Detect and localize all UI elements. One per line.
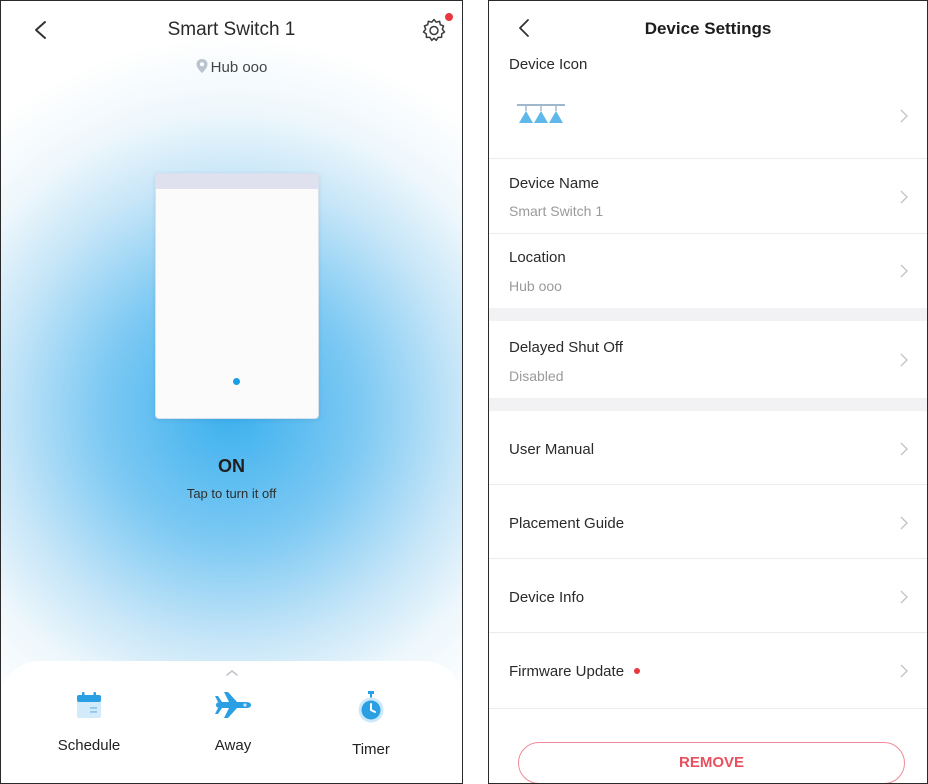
chevron-right-icon — [900, 516, 908, 530]
device-location: Hub ooo — [1, 59, 462, 76]
user-manual-label: User Manual — [509, 441, 595, 458]
placement-guide-label: Placement Guide — [509, 515, 625, 532]
firmware-update-row[interactable]: Firmware Update — [489, 633, 927, 709]
placement-guide-row[interactable]: Placement Guide — [489, 485, 927, 559]
switch-header: Smart Switch 1 Hub ooo — [1, 1, 462, 91]
location-label: Location — [509, 249, 566, 266]
bottom-dock: Schedule Away Timer — [1, 661, 462, 783]
switch-toggle[interactable] — [155, 173, 319, 419]
location-row[interactable]: Location Hub ooo — [489, 234, 927, 308]
settings-title: Device Settings — [644, 19, 772, 38]
chevron-right-icon — [900, 442, 908, 456]
section-divider — [489, 308, 927, 321]
switch-indicator-dot — [233, 378, 240, 385]
chevron-right-icon — [900, 264, 908, 278]
firmware-update-badge — [634, 668, 641, 674]
chevron-right-icon — [900, 353, 908, 367]
settings-gear-icon[interactable] — [420, 16, 448, 44]
section-divider — [489, 398, 927, 411]
user-manual-row[interactable]: User Manual — [489, 411, 927, 485]
device-info-label: Device Info — [509, 589, 585, 606]
device-icon-label: Device Icon — [509, 56, 588, 73]
firmware-update-label: Firmware Update — [509, 663, 641, 680]
switch-control-screen: Smart Switch 1 Hub ooo ON Tap to turn it… — [0, 0, 463, 784]
location-pin-icon — [196, 59, 208, 73]
location-value: Hub ooo — [509, 278, 562, 294]
delayed-shut-off-row[interactable]: Delayed Shut Off Disabled — [489, 321, 927, 398]
delayed-shut-off-label: Delayed Shut Off — [509, 339, 623, 356]
timer-icon — [358, 691, 384, 723]
settings-header: Device Settings — [489, 1, 927, 45]
device-title: Smart Switch 1 — [167, 19, 296, 40]
away-label: Away — [214, 737, 252, 754]
switch-hint: Tap to turn it off — [186, 486, 277, 501]
away-button[interactable]: Away — [183, 691, 283, 754]
remove-device-button[interactable]: REMOVE — [518, 742, 905, 783]
device-location-text: Hub ooo — [210, 59, 268, 76]
chevron-up-icon[interactable] — [225, 669, 239, 677]
switch-state: ON — [218, 456, 245, 476]
device-name-label: Device Name — [509, 175, 600, 192]
switch-top-band — [156, 174, 318, 189]
timer-label: Timer — [352, 741, 390, 758]
settings-notification-dot — [445, 13, 453, 21]
airplane-icon — [215, 692, 251, 718]
chevron-right-icon — [900, 590, 908, 604]
device-name-value: Smart Switch 1 — [509, 203, 604, 219]
calendar-icon — [77, 692, 101, 718]
device-settings-screen: Device Settings Device Icon Device Name … — [488, 0, 928, 784]
device-info-row[interactable]: Device Info — [489, 559, 927, 633]
schedule-label: Schedule — [57, 737, 121, 754]
chevron-right-icon — [900, 109, 908, 123]
schedule-button[interactable]: Schedule — [39, 691, 139, 754]
ceiling-lights-icon — [517, 104, 565, 123]
firmware-update-text: Firmware Update — [509, 663, 625, 680]
chevron-right-icon — [900, 664, 908, 678]
device-name-row[interactable]: Device Name Smart Switch 1 — [489, 159, 927, 234]
timer-button[interactable]: Timer — [321, 691, 421, 758]
device-icon-row[interactable]: Device Icon — [489, 49, 927, 159]
chevron-right-icon — [900, 190, 908, 204]
delayed-shut-off-value: Disabled — [509, 368, 564, 384]
